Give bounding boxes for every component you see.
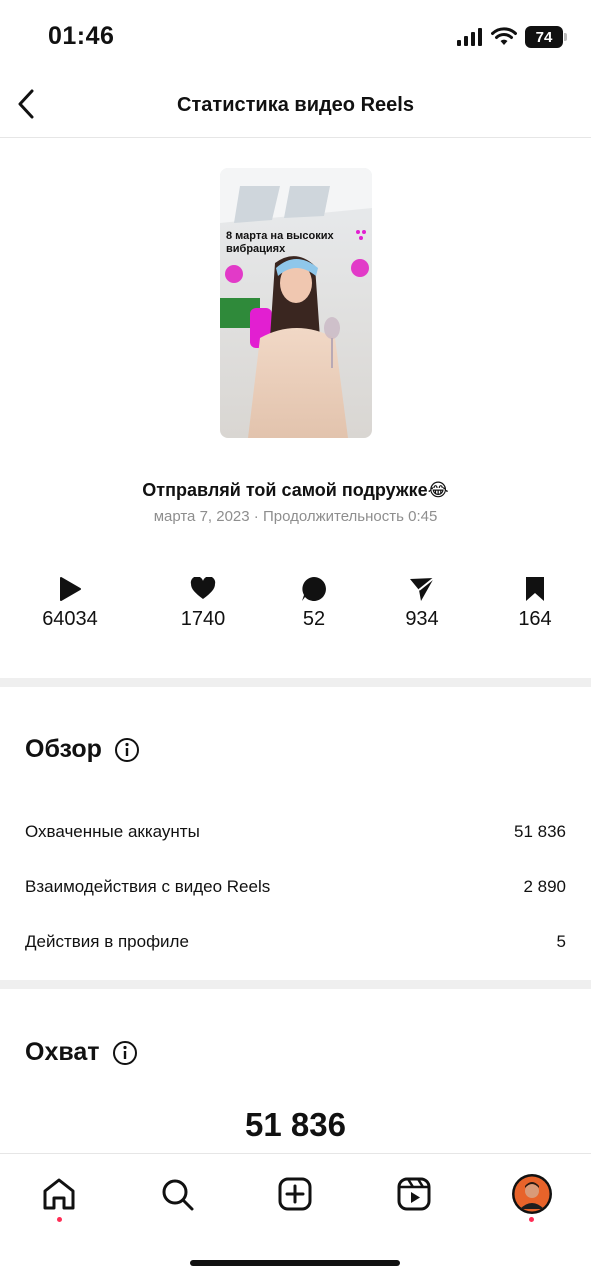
overview-title-text: Обзор [25, 735, 102, 763]
section-divider [0, 980, 591, 989]
overview-row[interactable]: Взаимодействия с видео Reels 2 890 [25, 877, 566, 897]
heart-icon [190, 577, 216, 599]
status-time: 01:46 [48, 22, 115, 50]
reels-icon [397, 1177, 431, 1211]
wifi-icon [491, 27, 517, 45]
metrics-row: 64034 1740 52 934 164 [0, 574, 591, 644]
share-icon [410, 577, 435, 601]
overview-row[interactable]: Охваченные аккаунты 51 836 [25, 822, 566, 842]
comment-icon [302, 577, 326, 601]
reach-value: 51 836 [245, 1106, 346, 1143]
battery-icon: 74 [525, 26, 567, 48]
home-icon [43, 1178, 75, 1210]
bookmark-icon [526, 577, 544, 601]
metric-value: 164 [518, 608, 552, 630]
info-icon[interactable] [112, 1040, 138, 1066]
reel-thumbnail-image [220, 168, 372, 438]
home-indicator [190, 1260, 400, 1266]
tab-create[interactable] [273, 1172, 317, 1216]
reel-meta: марта 7, 2023 · Продолжительность 0:45 [153, 508, 438, 525]
reach-title-text: Охват [25, 1038, 100, 1066]
metric-value: 64034 [42, 608, 98, 630]
reel-title: Отправляй той самой подружке😂 [142, 480, 449, 500]
overview-row-label: Действия в профиле [25, 932, 189, 951]
status-bar: 01:46 74 [0, 0, 591, 72]
overview-row-value: 5 [556, 932, 566, 951]
notification-dot [529, 1217, 534, 1222]
overview-row-value: 51 836 [514, 822, 566, 841]
search-icon [162, 1179, 194, 1211]
battery-level: 74 [535, 28, 553, 46]
play-icon [60, 577, 81, 601]
nav-header: Статистика видео Reels [0, 72, 591, 138]
reach-title: Охват [25, 1038, 138, 1067]
metric-comments: 52 [259, 574, 369, 631]
metric-shares: 934 [367, 574, 477, 631]
metric-value: 934 [405, 608, 439, 630]
reel-thumbnail[interactable]: 8 марта на высоких вибрациях [220, 168, 372, 438]
metric-value: 52 [302, 608, 326, 630]
overview-row-value: 2 890 [523, 877, 566, 896]
page-title: Статистика видео Reels [177, 94, 414, 116]
cellular-signal-icon [457, 28, 482, 46]
metric-plays: 64034 [15, 574, 125, 631]
status-icons: 74 [457, 26, 567, 48]
tab-profile[interactable] [510, 1172, 554, 1216]
metric-likes: 1740 [148, 574, 258, 631]
info-icon[interactable] [114, 737, 140, 763]
overview-row-label: Взаимодействия с видео Reels [25, 877, 271, 896]
overview-title: Обзор [25, 735, 140, 764]
tab-home[interactable] [37, 1172, 81, 1216]
overview-row-label: Охваченные аккаунты [25, 822, 200, 841]
metric-value: 1740 [180, 608, 226, 630]
metric-saves: 164 [480, 574, 590, 631]
tab-search[interactable] [155, 1172, 199, 1216]
tab-reels[interactable] [392, 1172, 436, 1216]
reel-thumbnail-caption: 8 марта на высоких вибрациях [226, 230, 334, 255]
notification-dot [57, 1217, 62, 1222]
overview-row[interactable]: Действия в профиле 5 [25, 932, 566, 952]
section-divider [0, 678, 591, 687]
plus-square-icon [278, 1177, 312, 1211]
avatar [512, 1174, 552, 1214]
